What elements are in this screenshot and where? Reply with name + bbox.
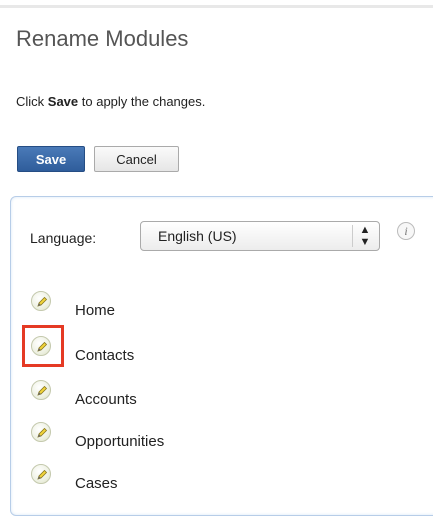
module-row: Contacts	[0, 334, 433, 364]
instruction-text: Click Save to apply the changes.	[16, 94, 205, 109]
highlight-box	[22, 325, 64, 367]
module-row: Cases	[0, 462, 433, 492]
save-button[interactable]: Save	[17, 146, 85, 172]
select-arrows-icon: ▲ ▼	[359, 224, 371, 248]
pencil-icon[interactable]	[31, 422, 51, 442]
instruction-save-word: Save	[47, 94, 79, 109]
module-label: Cases	[75, 475, 118, 492]
top-divider	[0, 5, 433, 8]
pencil-icon[interactable]	[31, 291, 51, 311]
cancel-button[interactable]: Cancel	[94, 146, 179, 172]
pencil-icon[interactable]	[31, 380, 51, 400]
module-row: Opportunities	[0, 420, 433, 450]
language-label: Language:	[30, 230, 97, 246]
module-row: Accounts	[0, 378, 433, 408]
instruction-suffix: to apply the changes.	[78, 94, 206, 109]
module-label: Opportunities	[75, 433, 165, 450]
info-icon[interactable]: i	[397, 222, 415, 240]
page-title: Rename Modules	[16, 26, 189, 51]
module-label: Contacts	[75, 347, 135, 364]
language-select[interactable]: English (US) ▲ ▼	[140, 221, 380, 251]
module-label: Accounts	[75, 391, 137, 408]
pencil-icon[interactable]	[31, 464, 51, 484]
module-row: Home	[0, 289, 433, 319]
select-divider	[352, 225, 353, 247]
module-label: Home	[75, 302, 116, 319]
language-selected-value: English (US)	[158, 228, 237, 244]
instruction-prefix: Click	[16, 94, 48, 109]
